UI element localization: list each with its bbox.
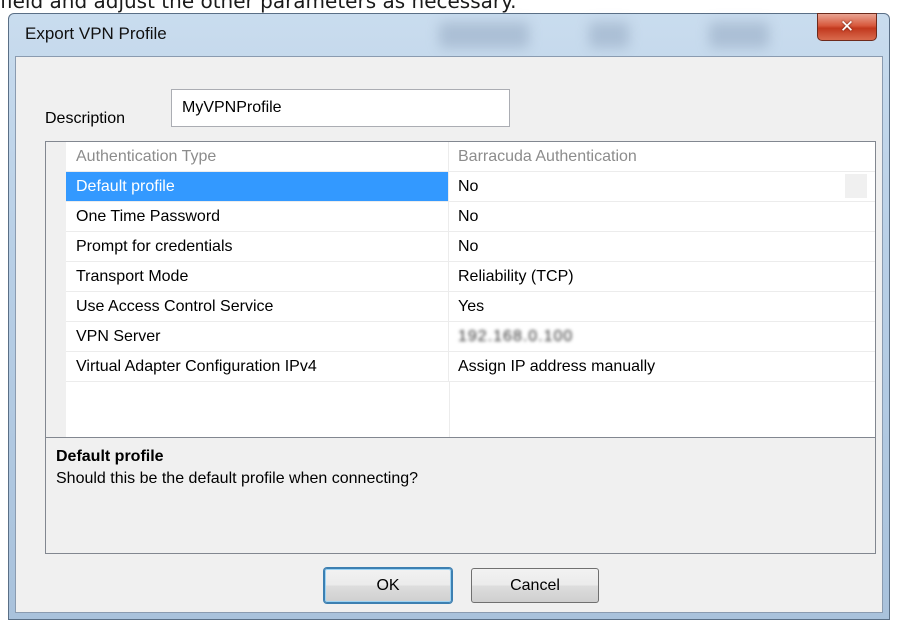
dialog-body: Description Authentication TypeBarracuda…: [15, 56, 883, 613]
property-row[interactable]: Use Access Control Service Yes: [66, 292, 875, 322]
dialog-title: Export VPN Profile: [25, 24, 167, 43]
property-name[interactable]: One Time Password: [66, 202, 449, 231]
redacted-server-address: 192.168.0.100: [458, 328, 574, 345]
property-row[interactable]: VPN Server 192.168.0.100: [66, 322, 875, 352]
ok-button[interactable]: OK: [324, 568, 452, 603]
column-divider: [449, 382, 450, 438]
description-label: Description: [45, 110, 126, 127]
close-button[interactable]: ✕: [817, 13, 877, 41]
property-value[interactable]: Barracuda Authentication: [449, 142, 875, 171]
property-name[interactable]: VPN Server: [66, 322, 449, 351]
property-value[interactable]: No: [449, 232, 875, 261]
help-description: Should this be the default profile when …: [56, 470, 419, 487]
grid-gutter: [46, 142, 66, 437]
property-value[interactable]: Yes: [449, 292, 875, 321]
property-row[interactable]: One Time Password No: [66, 202, 875, 232]
blurred-background-element: [709, 22, 769, 48]
title-bar[interactable]: Export VPN Profile ✕: [9, 13, 889, 56]
property-row[interactable]: Transport Mode Reliability (TCP): [66, 262, 875, 292]
blurred-background-element: [439, 22, 529, 48]
property-name[interactable]: Virtual Adapter Configuration IPv4: [66, 352, 449, 381]
export-vpn-profile-dialog: Export VPN Profile ✕ Description Authent…: [8, 13, 890, 620]
property-name[interactable]: Use Access Control Service: [66, 292, 449, 321]
close-icon: ✕: [839, 17, 855, 37]
background-instruction-text: field and adjust the other parameters as…: [0, 0, 517, 13]
value-editor-button[interactable]: [845, 174, 867, 198]
property-row[interactable]: Prompt for credentials No: [66, 232, 875, 262]
description-input[interactable]: [171, 89, 510, 127]
property-value[interactable]: 192.168.0.100: [449, 322, 875, 351]
cancel-button[interactable]: Cancel: [471, 568, 599, 603]
property-grid: Authentication Type Barracuda Authenticat…: [45, 141, 876, 438]
property-name[interactable]: Prompt for credentials: [66, 232, 449, 261]
property-value[interactable]: Assign IP address manually: [449, 352, 875, 381]
property-row[interactable]: Default profile No: [66, 172, 875, 202]
blurred-background-element: [589, 22, 629, 48]
property-name[interactable]: Authentication Type: [66, 142, 449, 171]
property-name[interactable]: Transport Mode: [66, 262, 449, 291]
property-value[interactable]: No: [449, 172, 875, 201]
property-row[interactable]: Authentication Type Barracuda Authenticat…: [66, 142, 875, 172]
property-value[interactable]: No: [449, 202, 875, 231]
help-panel: Default profile Should this be the defau…: [45, 437, 876, 554]
property-value[interactable]: Reliability (TCP): [449, 262, 875, 291]
property-name[interactable]: Default profile: [66, 172, 449, 201]
property-row[interactable]: Virtual Adapter Configuration IPv4 Assign…: [66, 352, 875, 382]
help-title: Default profile: [56, 448, 164, 465]
